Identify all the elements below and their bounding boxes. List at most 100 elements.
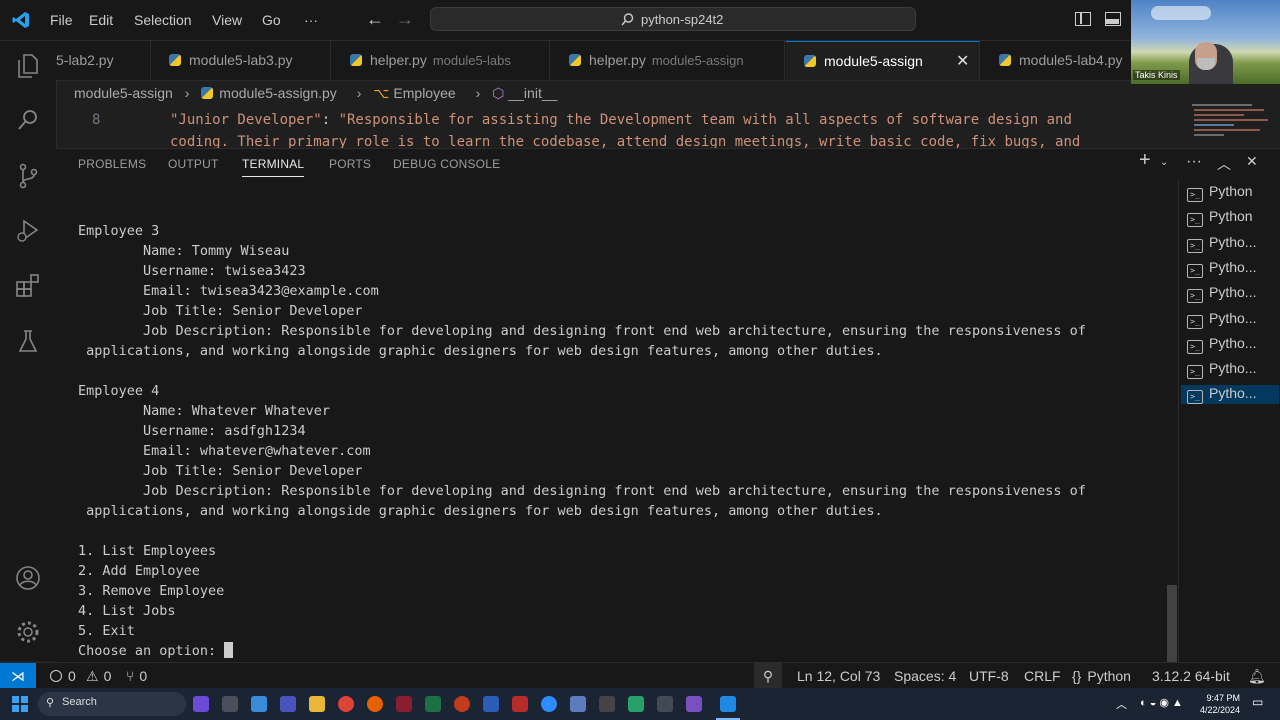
testing-icon[interactable] (14, 329, 42, 357)
more-actions-icon[interactable]: ··· (1186, 153, 1202, 171)
close-tab-icon[interactable]: ✕ (956, 42, 969, 80)
status-bar: ⋊ 0 ⚠ 0 ⑂ 0 ⚲ Ln 12, Col 73 Spaces: 4 UTF-… (0, 662, 1280, 689)
tray-icons[interactable]: ◐ ◒ ◉ ▲ (1140, 696, 1183, 709)
close-panel-icon[interactable]: ✕ (1246, 153, 1258, 170)
excel-icon[interactable] (425, 696, 441, 712)
tab-label: helper.py (589, 52, 646, 68)
terminal-app-icon[interactable] (599, 696, 615, 712)
toggle-sidebar-icon[interactable] (1075, 12, 1091, 26)
new-terminal-plus-icon[interactable]: + (1139, 149, 1151, 172)
forward-arrow-icon[interactable]: → (396, 9, 414, 30)
taskbar-search[interactable]: ⚲ Search (38, 692, 186, 716)
menu-go[interactable]: Go (262, 12, 281, 28)
copilot-icon[interactable] (193, 696, 209, 712)
menu-view[interactable]: View (212, 12, 242, 28)
task-view-icon[interactable] (222, 696, 238, 712)
zoom-app-icon[interactable] (541, 696, 557, 712)
search-icon[interactable] (14, 108, 42, 136)
notification-center-icon[interactable]: ▭ (1252, 695, 1263, 709)
dreamweaver-icon[interactable] (396, 696, 412, 712)
tab-module5-assign-active[interactable]: module5-assign ✕ (786, 41, 980, 80)
terminal-instance[interactable]: >_ Python (1187, 183, 1253, 202)
terminal-instance[interactable]: >_ Pytho... (1187, 335, 1256, 354)
chrome-icon[interactable] (338, 696, 354, 712)
indentation[interactable]: Spaces: 4 (894, 668, 956, 684)
terminal-instance[interactable]: >_ Pytho... (1187, 259, 1256, 278)
firefox-icon[interactable] (367, 696, 383, 712)
terminal-icon: >_ (1187, 314, 1203, 329)
widgets-icon[interactable] (251, 696, 267, 712)
toggle-panel-icon[interactable] (1105, 12, 1121, 26)
run-debug-icon[interactable] (14, 218, 42, 246)
accounts-icon[interactable] (14, 565, 42, 593)
tab-problems[interactable]: PROBLEMS (78, 157, 146, 171)
tray-chevron-icon[interactable]: ︿ (1116, 696, 1127, 712)
menu-selection[interactable]: Selection (134, 12, 192, 28)
terminal-instance[interactable]: >_ Pytho... (1187, 284, 1256, 304)
terminal-scrollbar[interactable] (1167, 585, 1177, 662)
app-icon[interactable] (657, 696, 673, 712)
breadcrumb-class[interactable]: ⌥ Employee (373, 85, 463, 101)
errors-status[interactable]: 0 (50, 668, 76, 684)
vscode-taskbar-icon[interactable] (720, 696, 736, 712)
menu-edit[interactable]: Edit (89, 12, 113, 28)
terminal-instance[interactable]: >_ Pytho... (1187, 234, 1256, 253)
taskbar-clock[interactable]: 9:47 PM 4/22/2024 (1200, 692, 1240, 716)
language-mode[interactable]: {} Python (1072, 668, 1131, 684)
minimap[interactable] (1180, 100, 1280, 148)
terminal-instance[interactable]: >_ Pytho... (1181, 385, 1279, 405)
command-center[interactable]: python-sp24t2 (430, 7, 916, 31)
tab-helper-assign[interactable]: helper.py module5-assign (551, 41, 785, 80)
notifications-bell-icon[interactable]: 🔔︎ (1248, 668, 1266, 685)
tab-lab3[interactable]: module5-lab3.py (151, 41, 331, 80)
cursor-position[interactable]: Ln 12, Col 73 (797, 668, 880, 684)
terminal-instance[interactable]: >_ Pytho... (1187, 310, 1256, 329)
filezilla-icon[interactable] (512, 696, 528, 712)
chevron-down-icon[interactable]: ⌄ (1160, 157, 1168, 168)
settings-gear-icon[interactable] (14, 619, 42, 647)
terminal-output[interactable]: Employee 3 Name: Tommy Wiseau Username: … (78, 221, 1178, 661)
back-arrow-icon[interactable]: ← (366, 9, 384, 30)
explorer-icon[interactable] (14, 53, 42, 81)
visual-studio-icon[interactable] (686, 696, 702, 712)
file-explorer-icon[interactable] (309, 696, 325, 712)
notepad-icon[interactable] (628, 696, 644, 712)
tab-debug-console[interactable]: DEBUG CONSOLE (393, 157, 500, 171)
breadcrumb-method[interactable]: ⬡ __init__ (492, 85, 565, 101)
line-ending[interactable]: CRLF (1024, 668, 1061, 684)
windows-start-icon[interactable] (12, 696, 28, 712)
breadcrumb-folder[interactable]: module5-assign (74, 85, 173, 101)
source-control-icon[interactable] (14, 163, 42, 191)
python-interpreter[interactable]: 3.12.2 64-bit (1152, 668, 1230, 684)
terminal-prompt-line[interactable]: Choose an option: (78, 641, 1178, 661)
warnings-status[interactable]: ⚠ 0 (86, 668, 111, 685)
terminal-instance[interactable]: >_ Pytho... (1187, 360, 1256, 380)
tab-terminal[interactable]: TERMINAL (242, 157, 305, 177)
tab-helper-labs[interactable]: helper.py module5-labs (332, 41, 550, 80)
menu-file[interactable]: File (50, 12, 73, 28)
teams-icon[interactable] (280, 696, 296, 712)
tab-ports[interactable]: PORTS (329, 157, 371, 171)
powerpoint-icon[interactable] (454, 696, 470, 712)
tab-label: module5-lab3.py (189, 52, 293, 68)
remote-indicator-icon[interactable]: ⋊ (0, 663, 36, 689)
tab-lab2[interactable]: 5-lab2.py (56, 41, 151, 80)
vscode-logo-icon (12, 11, 30, 29)
breadcrumb: module5-assign › module5-assign.py › ⌥ Em… (74, 85, 573, 103)
menu-more[interactable]: ··· (304, 12, 318, 28)
terminal-line: applications, and working alongside grap… (78, 503, 883, 519)
class-symbol-icon: ⌥ (373, 85, 390, 101)
editor-code[interactable]: 8 "Junior Developer": "Responsible for a… (56, 108, 1180, 148)
snipping-tool-icon[interactable] (570, 696, 586, 712)
encoding[interactable]: UTF-8 (969, 668, 1009, 684)
extensions-icon[interactable] (14, 273, 42, 301)
word-icon[interactable] (483, 696, 499, 712)
tab-lab4[interactable]: module5-lab4.py (981, 41, 1131, 80)
ports-status[interactable]: ⑂ 0 (126, 668, 147, 684)
tab-output[interactable]: OUTPUT (168, 157, 219, 171)
terminal-instance[interactable]: >_ Python (1187, 208, 1253, 228)
warning-icon: ⚠ (86, 668, 99, 684)
breadcrumb-file[interactable]: module5-assign.py (201, 85, 345, 101)
maximize-panel-icon[interactable]: ︿ (1217, 154, 1231, 174)
zoom-icon[interactable]: ⚲ (754, 663, 782, 689)
